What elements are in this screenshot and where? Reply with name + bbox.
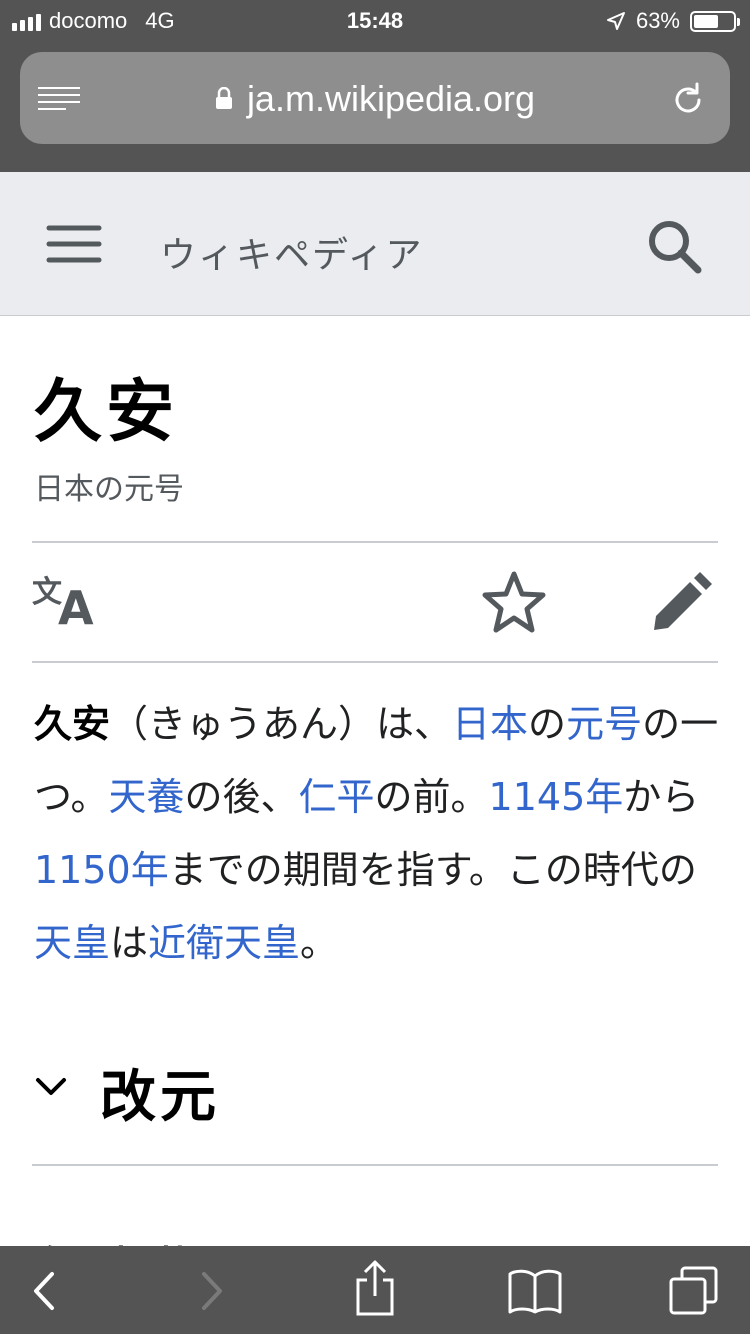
location-arrow-icon bbox=[606, 12, 625, 30]
link-1145[interactable]: 1145年 bbox=[489, 775, 624, 819]
star-icon[interactable] bbox=[482, 570, 546, 634]
lead-text: から bbox=[623, 775, 700, 819]
lead-text: の前。 bbox=[374, 775, 489, 819]
chevron-down-icon bbox=[36, 1078, 66, 1095]
address-bar[interactable]: ja.m.wikipedia.org bbox=[20, 52, 730, 144]
search-icon[interactable] bbox=[646, 218, 702, 274]
page-title: 久安 bbox=[34, 372, 179, 452]
status-right: 63% bbox=[606, 8, 740, 34]
share-icon[interactable] bbox=[350, 1260, 400, 1316]
bookmarks-icon[interactable] bbox=[508, 1268, 562, 1314]
page-subtitle: 日本の元号 bbox=[34, 472, 184, 507]
wiki-header: ウィキペディア bbox=[0, 172, 750, 316]
edit-icon[interactable] bbox=[650, 572, 712, 634]
safari-toolbar bbox=[0, 1246, 750, 1334]
lead-text: 。 bbox=[300, 921, 339, 965]
language-icon[interactable]: 文 A bbox=[32, 572, 102, 628]
back-icon[interactable] bbox=[24, 1268, 74, 1314]
battery-percent: 63% bbox=[635, 8, 680, 33]
reload-icon[interactable] bbox=[670, 82, 706, 118]
url-container[interactable]: ja.m.wikipedia.org bbox=[20, 78, 730, 120]
battery-fill bbox=[694, 14, 718, 28]
link-tenno[interactable]: 天皇 bbox=[34, 921, 110, 965]
lead-bold-title: 久安 bbox=[34, 702, 111, 746]
wiki-brand[interactable]: ウィキペディア bbox=[160, 226, 423, 278]
lock-icon bbox=[215, 87, 232, 109]
divider bbox=[32, 661, 718, 663]
tabs-icon[interactable] bbox=[668, 1266, 720, 1316]
link-ninpyo[interactable]: 仁平 bbox=[299, 775, 375, 819]
link-1150[interactable]: 1150年 bbox=[34, 848, 169, 892]
divider bbox=[32, 1164, 718, 1166]
lead-text: の bbox=[528, 702, 567, 746]
section-title: 改元 bbox=[100, 1064, 220, 1130]
browser-chrome: docomo 4G 15:48 63% ja.m.wikipedia.org bbox=[0, 0, 750, 172]
link-gengo[interactable]: 元号 bbox=[566, 702, 642, 746]
link-konoe-tenno[interactable]: 近衛天皇 bbox=[148, 921, 300, 965]
menu-icon[interactable] bbox=[46, 222, 102, 266]
link-nihon[interactable]: 日本 bbox=[452, 702, 528, 746]
lead-paragraph: 久安（きゅうあん）は、日本の元号の一つ。天養の後、仁平の前。1145年から115… bbox=[34, 688, 724, 980]
url-text[interactable]: ja.m.wikipedia.org bbox=[247, 78, 535, 119]
status-bar: docomo 4G 15:48 63% bbox=[0, 0, 750, 42]
lead-text: までの期間を指す。この時代の bbox=[168, 848, 697, 892]
lead-text: は bbox=[110, 921, 149, 965]
svg-text:A: A bbox=[58, 581, 94, 628]
lead-text: （きゅうあん）は、 bbox=[110, 702, 453, 746]
divider bbox=[32, 541, 718, 543]
battery-icon bbox=[690, 10, 740, 32]
section-header-kaigen[interactable]: 改元 bbox=[34, 1052, 720, 1130]
link-tenyo[interactable]: 天養 bbox=[108, 775, 184, 819]
forward-icon[interactable] bbox=[190, 1268, 240, 1314]
lead-text: の後、 bbox=[184, 775, 299, 819]
